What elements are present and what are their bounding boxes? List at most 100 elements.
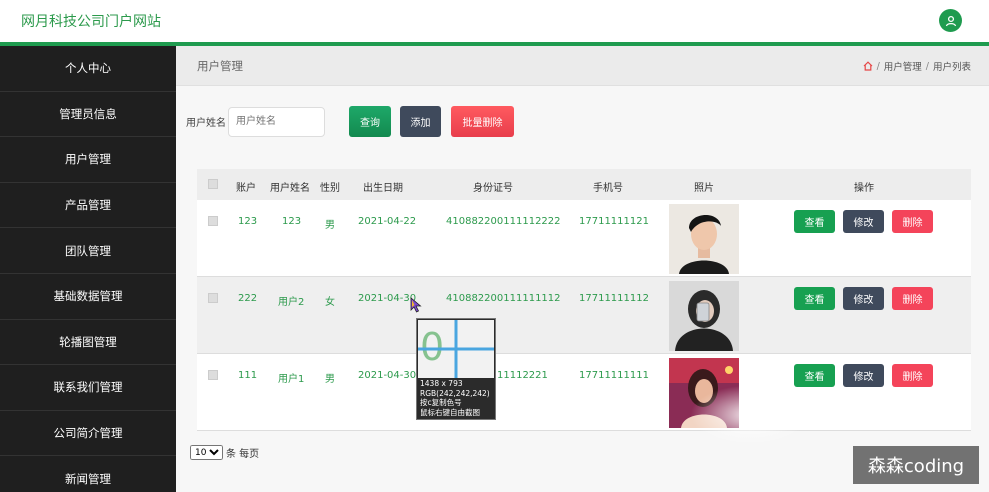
picker-hint-capture: 鼠标右键自由截图 [420,407,480,417]
view-button[interactable]: 查看 [794,364,835,387]
sidebar-item-label: 个人中心 [65,61,111,76]
delete-button[interactable]: 删除 [892,287,933,310]
search-input[interactable] [228,106,325,137]
cell-gender: 男 [325,374,335,385]
cell-phone: 17711111112 [579,293,649,304]
query-button[interactable]: 查询 [349,106,391,137]
table-row: 222 用户2 女 2021-04-30 410882200111111112 … [197,277,971,354]
table-row: 123 123 男 2021-04-22 410882200111112222 … [197,200,971,277]
sidebar-item-label: 轮播图管理 [59,334,117,349]
table-header: 账户 用户姓名 性别 出生日期 身份证号 手机号 照片 操作 [197,169,971,200]
column-header: 用户姓名 [270,183,310,194]
user-avatar-button[interactable] [939,9,962,32]
sidebar-item-label: 基础数据管理 [53,289,123,304]
add-button[interactable]: 添加 [400,106,441,137]
app-title: 网月科技公司门户网站 [21,14,161,30]
sidebar-item-label: 用户管理 [65,152,111,167]
home-icon[interactable] [863,61,873,71]
cell-account: 222 [238,293,258,304]
sidebar-item-contact[interactable]: 联系我们管理 [0,365,176,411]
view-button[interactable]: 查看 [794,287,835,310]
column-header: 账户 [236,183,256,194]
cell-name: 123 [282,216,302,227]
cell-id-card: 11112221 [497,370,548,381]
cell-account: 123 [238,216,258,227]
picker-size: 1438 x 793 [420,379,463,388]
sidebar-item-label: 管理员信息 [59,106,117,121]
table-row: 111 用户1 男 2021-04-30 11112221 1771111111… [197,354,971,431]
user-table: 账户 用户姓名 性别 出生日期 身份证号 手机号 照片 操作 123 123 男… [197,169,971,431]
breadcrumb-user-management[interactable]: 用户管理 [884,59,922,73]
sidebar: 个人中心 管理员信息 用户管理 产品管理 团队管理 基础数据管理 轮播图管理 联… [0,46,176,492]
sidebar-item-news[interactable]: 新闻管理 [0,456,176,492]
sidebar-item-label: 联系我们管理 [53,380,123,395]
row-checkbox[interactable] [208,216,218,226]
cell-name: 用户1 [278,374,305,385]
cell-birth-date: 2021-04-22 [358,216,417,227]
page-title: 用户管理 [197,59,243,73]
page-header: 用户管理 / 用户管理 / 用户列表 [176,46,989,86]
user-photo [669,358,739,428]
user-photo [669,281,739,351]
sidebar-item-user-management[interactable]: 用户管理 [0,137,176,183]
picker-hint-copy: 按c复制色号 [420,398,462,407]
row-checkbox[interactable] [208,293,218,303]
sidebar-item-label: 新闻管理 [65,471,111,486]
sidebar-item-company-intro[interactable]: 公司简介管理 [0,411,176,457]
edit-button[interactable]: 修改 [843,364,884,387]
main-content: 用户管理 / 用户管理 / 用户列表 用户姓名 查询 添加 批量删除 账户 用户… [176,46,989,492]
select-all-checkbox[interactable] [208,179,218,189]
column-header: 性别 [320,183,340,194]
edit-button[interactable]: 修改 [843,210,884,233]
search-bar: 用户姓名 查询 添加 批量删除 [186,106,514,137]
mouse-cursor-icon [410,297,422,313]
column-header: 操作 [854,183,874,194]
breadcrumb: / 用户管理 / 用户列表 [863,59,971,73]
sidebar-item-label: 产品管理 [65,198,111,213]
breadcrumb-user-list: 用户列表 [932,62,971,73]
sidebar-item-carousel[interactable]: 轮播图管理 [0,320,176,366]
row-checkbox[interactable] [208,370,218,380]
user-photo [669,204,739,274]
watermark: 森森coding [853,446,979,484]
edit-button[interactable]: 修改 [843,287,884,310]
cell-id-card: 410882200111112222 [446,216,561,227]
cell-gender: 男 [325,220,335,231]
sidebar-item-product-management[interactable]: 产品管理 [0,183,176,229]
svg-text:0: 0 [420,325,444,369]
picker-rgb: RGB(242,242,242) [420,388,490,398]
sidebar-item-base-data[interactable]: 基础数据管理 [0,274,176,320]
column-header: 身份证号 [473,183,513,194]
breadcrumb-separator: / [925,60,929,72]
picker-info: 1438 x 793 RGB(242,242,242) 按c复制色号 鼠标右键自… [420,379,490,417]
color-picker-tooltip: 0 1438 x 793 RGB(242,242,242) 按c复制色号 鼠标右… [416,318,496,420]
magnifier-view: 0 [418,320,494,378]
cell-birth-date: 2021-04-30 [358,293,417,304]
view-button[interactable]: 查看 [794,210,835,233]
cell-gender: 女 [325,297,335,308]
delete-button[interactable]: 删除 [892,364,933,387]
cell-phone: 17711111111 [579,370,649,381]
column-header: 出生日期 [363,183,403,194]
sidebar-item-label: 团队管理 [65,243,111,258]
column-header: 手机号 [593,183,623,194]
sidebar-item-admin-info[interactable]: 管理员信息 [0,92,176,138]
pagination: 10 条 每页 [190,445,259,460]
cell-birth-date: 2021-04-30 [358,370,417,381]
delete-button[interactable]: 删除 [892,210,933,233]
breadcrumb-separator: / [876,60,880,72]
page-size-suffix: 条 每页 [226,449,260,460]
user-icon [945,15,956,26]
sidebar-item-team-management[interactable]: 团队管理 [0,228,176,274]
cell-name: 用户2 [278,297,305,308]
cell-id-card: 410882200111111112 [446,293,561,304]
search-label: 用户姓名 [186,118,226,129]
sidebar-item-personal-center[interactable]: 个人中心 [0,46,176,92]
batch-delete-button[interactable]: 批量删除 [451,106,514,137]
cell-account: 111 [238,370,258,381]
sidebar-item-label: 公司简介管理 [53,426,123,441]
top-bar: 网月科技公司门户网站 [0,0,989,46]
column-header: 照片 [694,183,714,194]
cell-phone: 17711111121 [579,216,649,227]
page-size-select[interactable]: 10 [190,445,223,460]
